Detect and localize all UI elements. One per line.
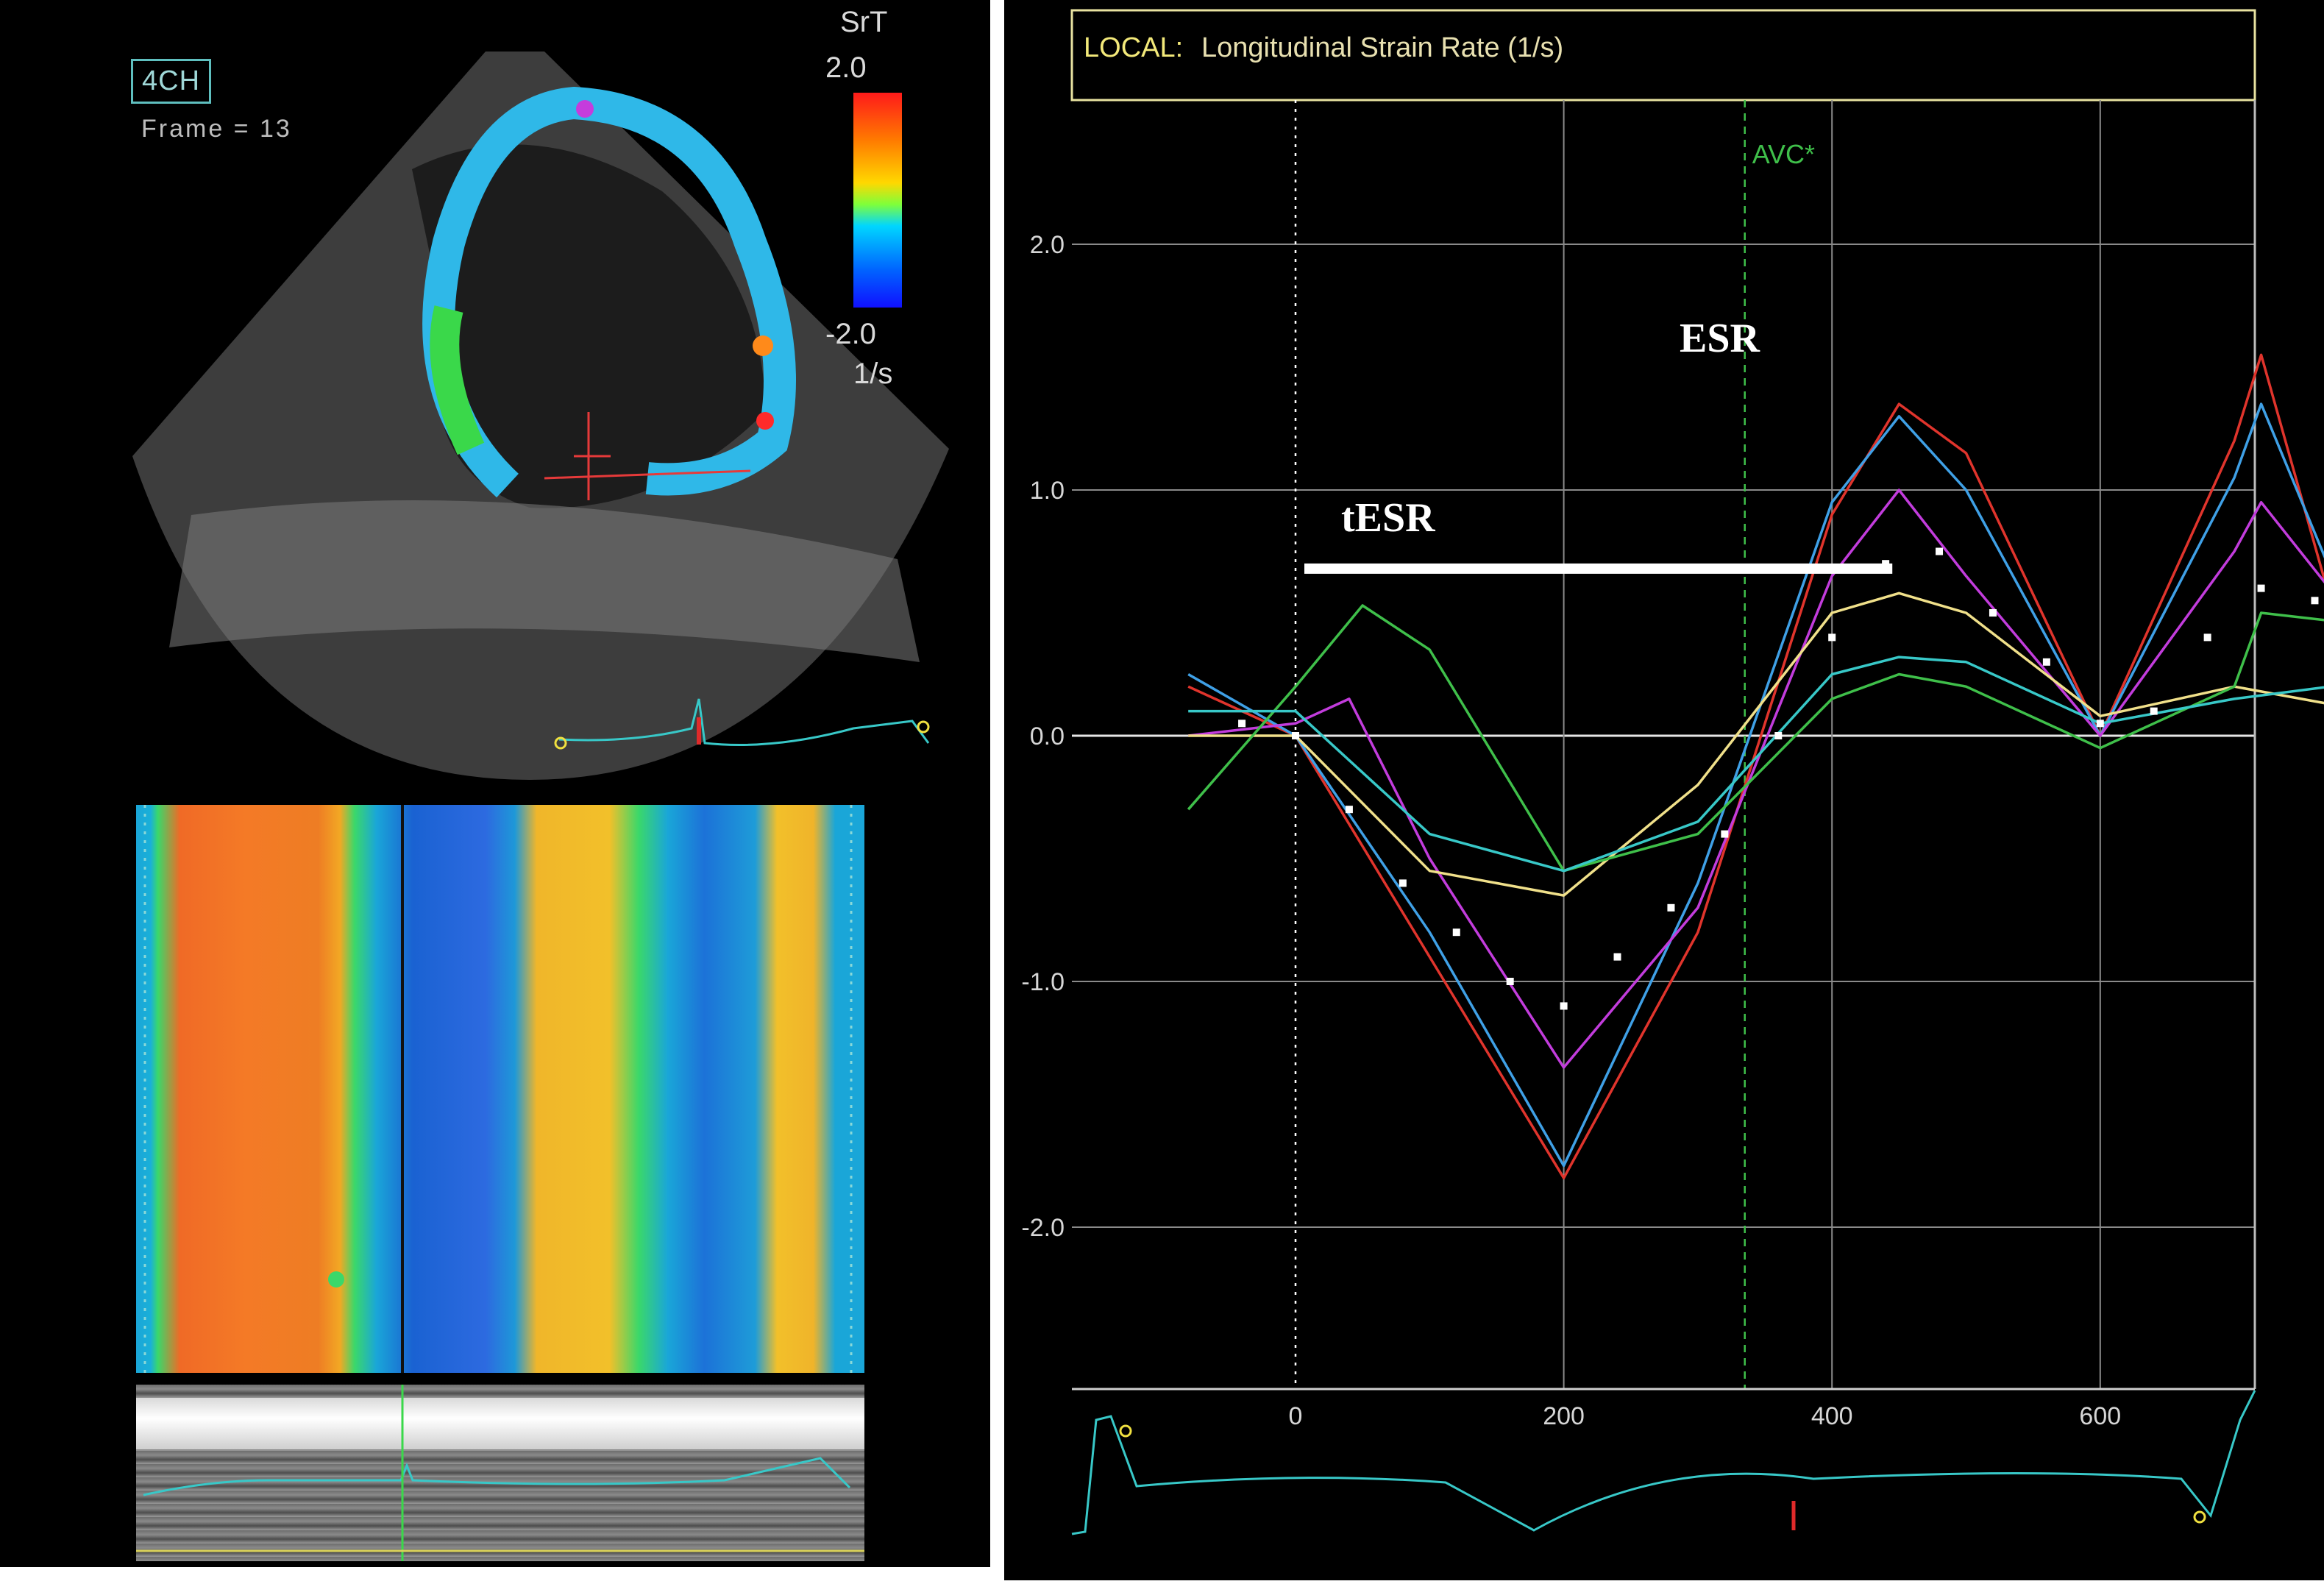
colorbar-max: 2.0: [825, 52, 867, 84]
y-tick-label: 2.0: [1030, 231, 1065, 259]
dotted-mean-point: [1238, 720, 1246, 728]
dotted-mean-point: [2311, 597, 2319, 605]
m-mode-ecg-trace: [143, 1457, 851, 1496]
dotted-mean-point: [1936, 547, 1944, 555]
colorbar-min: -2.0: [825, 318, 876, 350]
y-tick-label: 0.0: [1030, 722, 1065, 750]
x-tick-label: 400: [1811, 1402, 1853, 1430]
dotted-mean-point: [1721, 830, 1729, 838]
ecg-end-marker: [917, 720, 930, 734]
dotted-mean-point: [2257, 584, 2265, 592]
chart-ecg-trace: [1071, 1390, 2256, 1535]
dotted-mean-point: [1989, 609, 1997, 617]
dotted-mean-point: [1613, 953, 1621, 961]
colorbar-unit: 1/s: [853, 358, 893, 390]
chart-header-prefix: LOCAL:: [1084, 32, 1184, 63]
y-tick-label: -2.0: [1021, 1214, 1065, 1242]
x-tick-label: 200: [1543, 1402, 1585, 1430]
chart-event-lines: AVC*: [1294, 100, 1815, 1389]
series-line-yellow: [1188, 592, 2324, 897]
strain-rate-chart: AVC* tESR ESR 2.0 1.0 0.0 -1.0 -2.0 0 200 400 600…: [1021, 9, 2324, 1535]
m-mode-overlay: [136, 1385, 864, 1561]
dotted-mean-point: [2150, 707, 2158, 715]
view-tag: 4CH: [131, 59, 212, 104]
chart-header-title: Longitudinal Strain Rate (1/s): [1201, 32, 1564, 63]
y-tick-label: -1.0: [1021, 968, 1065, 996]
strain-rate-chart-panel: AVC* tESR ESR 2.0 1.0 0.0 -1.0 -2.0 0 200 400 600…: [1004, 0, 2324, 1580]
y-tick-label: 1.0: [1030, 477, 1065, 505]
x-tick-label: 600: [2079, 1402, 2121, 1430]
dotted-mean-point: [2096, 720, 2104, 728]
dotted-mean-point: [1828, 633, 1836, 642]
map-blob: [328, 1271, 344, 1288]
chart-series-group: tESR ESR: [1187, 316, 2324, 1179]
dotted-mean-point: [1399, 879, 1407, 887]
dotted-mean-point: [1560, 1002, 1568, 1010]
dotted-mean-point: [1774, 732, 1783, 739]
colorbar: [853, 93, 902, 308]
chart-ecg-end-marker: [2193, 1510, 2206, 1524]
dotted-mean-point: [1452, 928, 1460, 937]
dotted-mean-point: [1667, 903, 1675, 912]
dotted-mean-point: [2042, 658, 2050, 666]
dotted-mean-point: [1506, 978, 1514, 985]
colorbar-title: SrT: [840, 6, 888, 38]
avc-label: AVC*: [1752, 139, 1815, 169]
base-marker: [756, 412, 774, 430]
esr-label: ESR: [1680, 316, 1760, 361]
dotted-mean-point: [2203, 633, 2211, 642]
apex-marker: [576, 100, 594, 118]
echo-panel: 4CH Frame = 13 SrT 2.0 -2.0 1/s: [0, 0, 990, 1567]
chart-grid: [1072, 100, 2256, 1389]
frame-counter: Frame = 13: [141, 115, 292, 143]
x-tick-label-zero: 0: [1289, 1402, 1303, 1430]
dotted-mean-point: [1345, 806, 1353, 814]
dotted-mean-point: [1292, 732, 1299, 739]
strain-map-overlay: [143, 805, 853, 1373]
chart-ecg-start-marker: [1119, 1424, 1132, 1438]
tesr-label: tESR: [1341, 495, 1435, 541]
lateral-marker: [753, 335, 773, 356]
